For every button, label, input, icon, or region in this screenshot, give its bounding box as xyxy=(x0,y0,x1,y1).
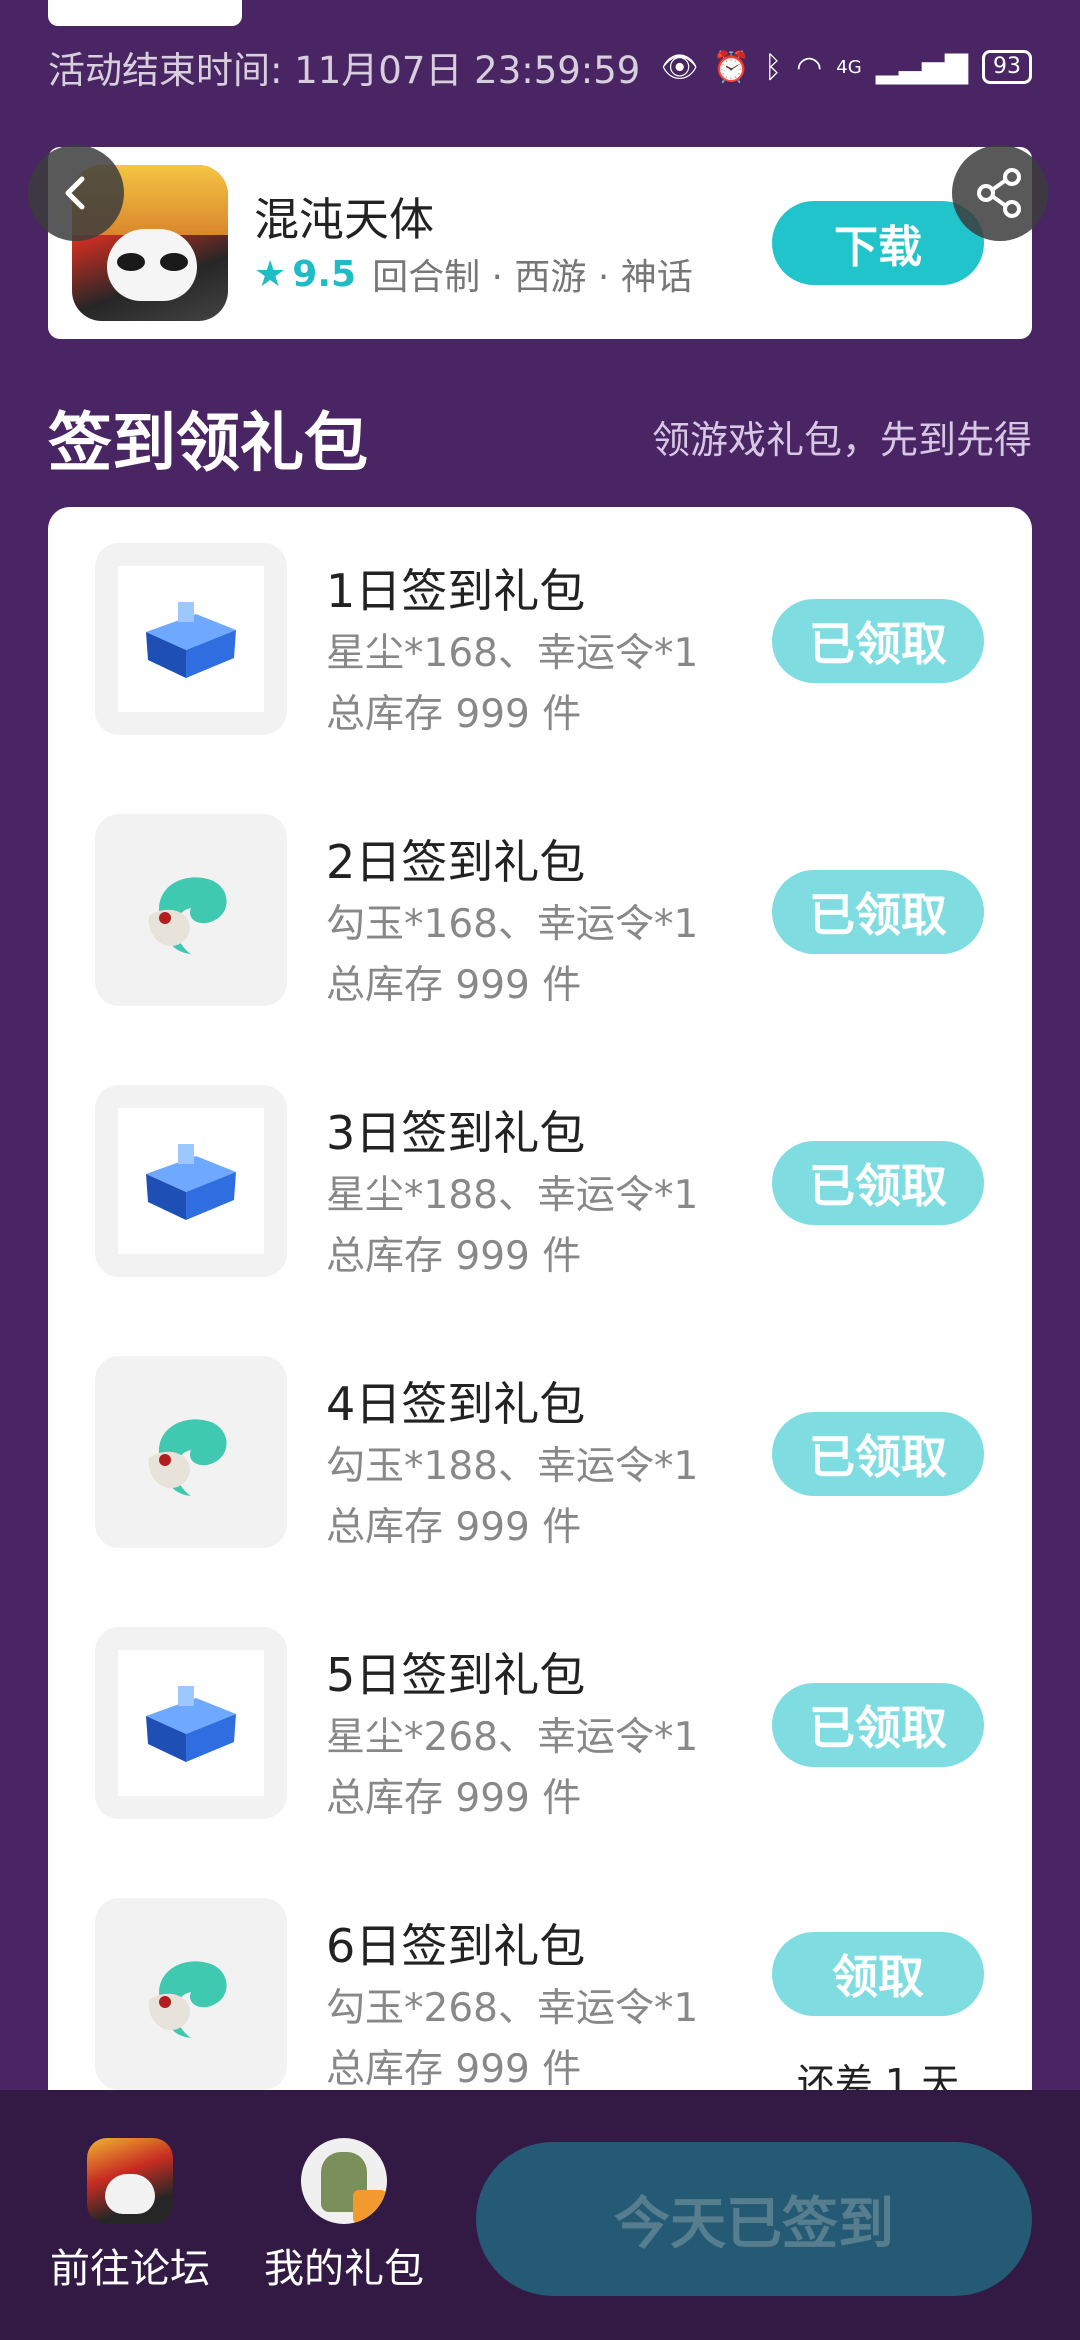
share-button[interactable] xyxy=(952,145,1048,241)
claim-button[interactable]: 领取 xyxy=(772,1932,984,2016)
gift-thumb xyxy=(95,543,287,735)
magatama-icon xyxy=(148,877,227,954)
gift-item-3: 3日签到礼包 星尘*188、幸运令*1 总库存 999 件 已领取 xyxy=(48,1049,1032,1279)
activity-end-time: 活动结束时间: 11月07日 23:59:59 xyxy=(48,49,641,92)
gift-stock: 总库存 999 件 xyxy=(326,692,582,737)
gift-stock: 总库存 999 件 xyxy=(326,1776,582,1821)
magatama-icon xyxy=(148,1419,227,1496)
activity-tab xyxy=(48,0,242,26)
gift-item-6: 6日签到礼包 勾玉*268、幸运令*1 总库存 999 件 领取 还差 1 天 xyxy=(48,1862,1032,2105)
game-rating: ★ 9.5 xyxy=(254,254,356,295)
forum-link[interactable]: 前往论坛 xyxy=(40,2138,220,2294)
gift-contents: 勾玉*168、幸运令*1 xyxy=(326,902,699,947)
forum-label: 前往论坛 xyxy=(50,2246,210,2292)
gift-stock: 总库存 999 件 xyxy=(326,2047,582,2092)
gift-thumb xyxy=(95,1356,287,1548)
gift-name: 4日签到礼包 xyxy=(326,1377,586,1431)
status-icons: 👁 ⏰ ᛒ ◠ 4G ▂▃▅▇ 93 xyxy=(661,50,1032,85)
game-card[interactable]: 混沌天体 ★ 9.5 回合制 · 西游 · 神话 下载 xyxy=(48,147,1032,339)
gift-item-4: 4日签到礼包 勾玉*188、幸运令*1 总库存 999 件 已领取 xyxy=(48,1320,1032,1550)
treasure-chest-icon xyxy=(146,1686,236,1762)
back-arrow-icon xyxy=(65,176,85,210)
eye-icon: 👁 xyxy=(660,49,699,85)
my-gifts-label: 我的礼包 xyxy=(264,2246,424,2292)
gift-item-5: 5日签到礼包 星尘*268、幸运令*1 总库存 999 件 已领取 xyxy=(48,1591,1032,1821)
avatar xyxy=(301,2138,387,2224)
gift-thumb xyxy=(95,814,287,1006)
alarm-icon: ⏰ xyxy=(712,49,751,85)
magatama-icon xyxy=(148,1961,227,2038)
star-icon: ★ xyxy=(254,253,287,295)
battery-level: 93 xyxy=(993,54,1021,79)
my-gifts-link[interactable]: 我的礼包 xyxy=(254,2138,434,2294)
gift-contents: 勾玉*188、幸运令*1 xyxy=(326,1444,699,1489)
game-tags: 回合制 · 西游 · 神话 xyxy=(372,257,693,298)
section-subtitle: 领游戏礼包，先到先得 xyxy=(651,418,1032,462)
gift-icon xyxy=(353,2190,387,2224)
gift-thumb xyxy=(95,1627,287,1819)
signed-in-button[interactable]: 今天已签到 xyxy=(476,2142,1032,2296)
gift-stock: 总库存 999 件 xyxy=(326,1505,582,1550)
claimed-button[interactable]: 已领取 xyxy=(772,870,984,954)
gift-stock: 总库存 999 件 xyxy=(326,1234,582,1279)
wifi-icon: ◠ xyxy=(796,49,823,85)
game-title: 混沌天体 xyxy=(254,193,435,246)
gift-item-1: 1日签到礼包 星尘*168、幸运令*1 总库存 999 件 已领取 xyxy=(48,507,1032,737)
gift-contents: 勾玉*268、幸运令*1 xyxy=(326,1986,699,2031)
gift-item-2: 2日签到礼包 勾玉*168、幸运令*1 总库存 999 件 已领取 xyxy=(48,778,1032,1008)
gift-name: 2日签到礼包 xyxy=(326,835,586,889)
section-title: 签到领礼包 xyxy=(48,407,368,481)
gift-contents: 星尘*168、幸运令*1 xyxy=(326,631,699,676)
gift-name: 3日签到礼包 xyxy=(326,1106,586,1160)
gift-name: 6日签到礼包 xyxy=(326,1919,586,1973)
back-button[interactable] xyxy=(28,145,124,241)
signal-icon: ▂▃▅▇ xyxy=(875,49,968,85)
bottom-bar: 前往论坛 我的礼包 今天已签到 xyxy=(0,2090,1080,2340)
gift-thumb xyxy=(95,1085,287,1277)
gift-list: 1日签到礼包 星尘*168、幸运令*1 总库存 999 件 已领取 2日签到礼包… xyxy=(48,507,1032,2107)
share-icon xyxy=(977,168,1021,218)
gift-contents: 星尘*268、幸运令*1 xyxy=(326,1715,699,1760)
treasure-chest-icon xyxy=(146,602,236,678)
treasure-chest-icon xyxy=(146,1144,236,1220)
claimed-button[interactable]: 已领取 xyxy=(772,599,984,683)
gift-stock: 总库存 999 件 xyxy=(326,963,582,1008)
game-forum-icon xyxy=(87,2138,173,2224)
rating-value: 9.5 xyxy=(292,253,357,295)
gift-name: 1日签到礼包 xyxy=(326,564,586,618)
gift-thumb xyxy=(95,1898,287,2090)
claimed-button[interactable]: 已领取 xyxy=(772,1683,984,1767)
gift-contents: 星尘*188、幸运令*1 xyxy=(326,1173,699,1218)
gift-name: 5日签到礼包 xyxy=(326,1648,586,1702)
claimed-button[interactable]: 已领取 xyxy=(772,1412,984,1496)
status-bar: 活动结束时间: 11月07日 23:59:59 👁 ⏰ ᛒ ◠ 4G ▂▃▅▇ … xyxy=(48,42,1032,92)
download-button[interactable]: 下载 xyxy=(772,201,984,285)
battery-icon: 93 xyxy=(982,50,1032,84)
game-meta: ★ 9.5 回合制 · 西游 · 神话 xyxy=(254,248,693,300)
claimed-button[interactable]: 已领取 xyxy=(772,1141,984,1225)
bluetooth-icon: ᛒ xyxy=(764,49,783,85)
network-label: 4G xyxy=(836,56,862,78)
